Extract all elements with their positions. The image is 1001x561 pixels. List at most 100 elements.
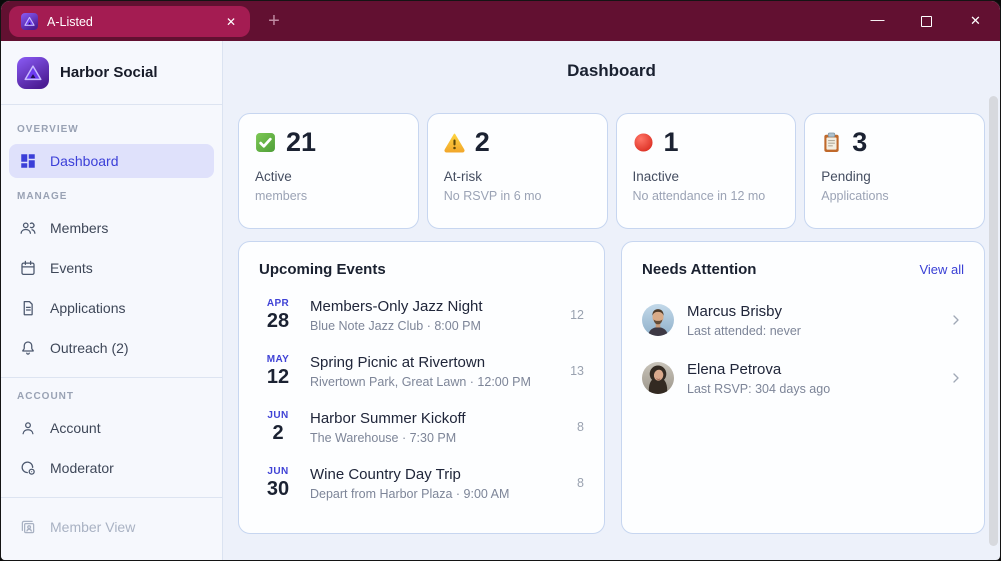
sidebar-item-label: Dashboard [50, 153, 119, 169]
sidebar-nav: OVERVIEW Dashboard MANAGE Members Events… [1, 105, 222, 544]
brand-name: Harbor Social [60, 64, 158, 81]
sidebar-item-members[interactable]: Members [9, 211, 214, 245]
sidebar-item-outreach[interactable]: Outreach (2) [9, 331, 214, 365]
user-badge-icon [21, 461, 35, 475]
sidebar-item-label: Applications [50, 300, 126, 316]
stat-sub: No attendance in 12 mo [632, 189, 766, 203]
calendar-icon [21, 260, 35, 276]
main-content: Dashboard 21 Active members 2 At-risk No… [223, 41, 1000, 560]
event-detail: Blue Note Jazz Club · 8:00 PM [310, 318, 481, 333]
event-day: 2 [272, 422, 284, 444]
person-detail: Last attended: never [687, 323, 801, 338]
harbor-social-logo-icon [17, 56, 49, 89]
event-rsvp-count: 8 [577, 476, 584, 490]
event-row[interactable]: JUN 2 Harbor Summer Kickoff The Warehous… [259, 399, 584, 455]
green-check-icon [256, 133, 275, 152]
event-rsvp-count: 8 [577, 420, 584, 434]
event-day: 28 [266, 310, 290, 332]
sidebar-item-member-view[interactable]: Member View [9, 510, 214, 544]
page-title: Dashboard [567, 61, 656, 80]
stat-sub: members [255, 189, 308, 203]
document-icon [23, 300, 33, 316]
maximize-button[interactable] [902, 1, 951, 41]
event-title: Harbor Summer Kickoff [310, 409, 466, 427]
tab-close-icon[interactable]: ✕ [220, 11, 242, 33]
stat-sub: No RSVP in 6 mo [443, 189, 542, 203]
sidebar-item-dashboard[interactable]: Dashboard [9, 144, 214, 178]
stat-value: 2 [474, 127, 490, 157]
section-label-manage: MANAGE [17, 191, 68, 202]
app-window: A-Listed ✕ + — ✕ Harbor Social OVERVIEW … [0, 0, 1001, 561]
chevron-right-icon [953, 373, 959, 383]
sidebar-item-label: Events [50, 260, 93, 276]
event-month: JUN [267, 466, 289, 477]
event-detail: The Warehouse · 7:30 PM [310, 430, 457, 445]
view-all-link[interactable]: View all [919, 262, 964, 277]
minimize-icon: — [870, 11, 885, 27]
sidebar-item-label: Moderator [50, 460, 114, 476]
warning-triangle-icon [444, 133, 465, 153]
stats-row: 21 Active members 2 At-risk No RSVP in 6… [238, 113, 985, 229]
event-row[interactable]: JUN 30 Wine Country Day Trip Depart from… [259, 455, 584, 511]
event-month: APR [266, 298, 290, 309]
panel-title: Needs Attention [642, 261, 757, 278]
titlebar: A-Listed ✕ + — ✕ [1, 1, 1000, 41]
stat-card-at-risk: 2 At-risk No RSVP in 6 mo [426, 113, 608, 229]
stat-label: Pending [821, 169, 871, 184]
brand-header: Harbor Social [1, 41, 222, 105]
avatar [642, 304, 674, 336]
window-controls: — ✕ [853, 1, 1000, 41]
event-detail: Depart from Harbor Plaza · 9:00 AM [310, 486, 510, 501]
close-button[interactable]: ✕ [951, 1, 1000, 41]
people-icon [20, 222, 36, 234]
upcoming-events-panel: Upcoming Events APR 28 Members-Only Jazz… [238, 241, 605, 534]
event-month: MAY [266, 354, 290, 365]
id-card-icon [21, 520, 35, 534]
person-name: Marcus Brisby [687, 302, 783, 320]
event-row[interactable]: APR 28 Members-Only Jazz Night Blue Note… [259, 287, 584, 343]
red-circle-icon [633, 133, 653, 152]
browser-tab[interactable]: A-Listed ✕ [9, 6, 250, 37]
event-date: JUN 2 [259, 410, 297, 444]
section-label-account: ACCOUNT [17, 391, 74, 402]
sidebar-item-moderator[interactable]: Moderator [9, 451, 214, 485]
stat-value: 1 [663, 127, 679, 157]
section-label-overview: OVERVIEW [17, 124, 79, 135]
event-title: Members-Only Jazz Night [310, 297, 483, 315]
stat-card-active: 21 Active members [238, 113, 419, 229]
sidebar-item-label: Account [50, 420, 101, 436]
event-month: JUN [267, 410, 289, 421]
event-date: APR 28 [259, 298, 297, 332]
event-detail: Rivertown Park, Great Lawn · 12:00 PM [310, 374, 531, 389]
event-title: Spring Picnic at Rivertown [310, 353, 486, 371]
dashboard-grid-icon [21, 154, 35, 168]
sidebar-item-label: Outreach (2) [50, 340, 129, 356]
avatar [642, 362, 674, 394]
needs-attention-panel: Needs Attention View all Marcus Brisby L… [621, 241, 985, 534]
event-rsvp-count: 13 [570, 364, 584, 378]
person-name: Elena Petrova [687, 360, 782, 378]
new-tab-button[interactable]: + [260, 7, 288, 35]
scrollbar-thumb[interactable] [989, 96, 998, 546]
sidebar: Harbor Social OVERVIEW Dashboard MANAGE … [1, 41, 223, 560]
bell-icon [22, 341, 34, 355]
stat-value: 21 [286, 127, 317, 157]
sidebar-item-applications[interactable]: Applications [9, 291, 214, 325]
event-date: MAY 12 [259, 354, 297, 388]
people-list: Marcus Brisby Last attended: never Elena… [642, 291, 964, 407]
stat-sub: Applications [821, 189, 889, 203]
person-row[interactable]: Elena Petrova Last RSVP: 304 days ago [642, 349, 964, 407]
sidebar-item-label: Member View [50, 519, 136, 535]
events-list: APR 28 Members-Only Jazz Night Blue Note… [259, 287, 584, 511]
stat-label: Inactive [632, 169, 680, 184]
event-row[interactable]: MAY 12 Spring Picnic at Rivertown Rivert… [259, 343, 584, 399]
clipboard-icon [824, 132, 839, 152]
sidebar-item-label: Members [50, 220, 109, 236]
stat-value: 3 [852, 127, 868, 157]
event-date: JUN 30 [259, 466, 297, 500]
sidebar-item-account[interactable]: Account [9, 411, 214, 445]
stat-card-pending: 3 Pending Applications [804, 113, 985, 229]
person-row[interactable]: Marcus Brisby Last attended: never [642, 291, 964, 349]
sidebar-item-events[interactable]: Events [9, 251, 214, 285]
minimize-button[interactable]: — [853, 1, 902, 41]
